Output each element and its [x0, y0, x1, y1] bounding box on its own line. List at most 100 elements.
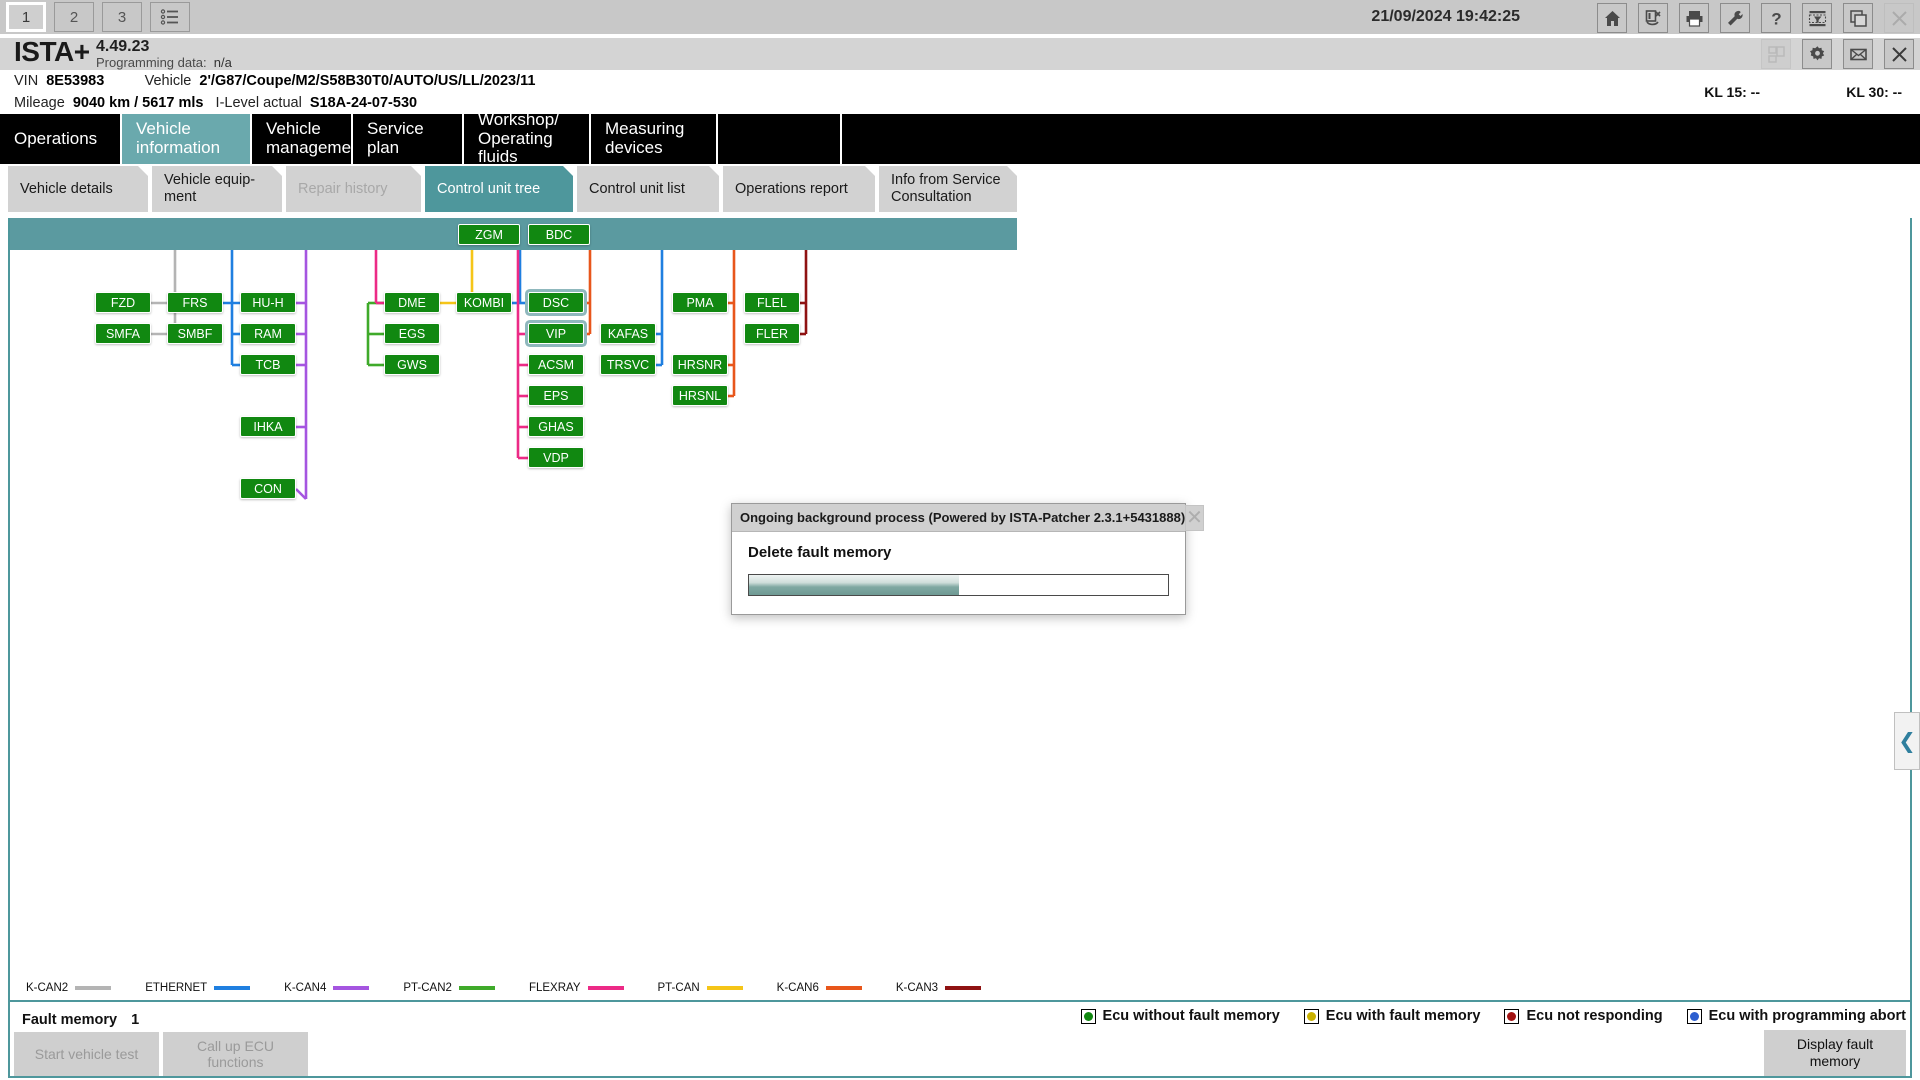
filter-icon[interactable] [1802, 3, 1832, 33]
clock: 21/09/2024 19:42:25 [1371, 8, 1520, 25]
main-tab-measuring-devices[interactable]: Measuring devices [591, 114, 718, 164]
ecu-node-egs[interactable]: EGS [384, 323, 440, 344]
ecu-node-kafas[interactable]: KAFAS [600, 323, 656, 344]
ecu-node-gws[interactable]: GWS [384, 354, 440, 375]
ecu-node-kombi[interactable]: KOMBI [456, 292, 512, 313]
ecu-node-fler[interactable]: FLER [744, 323, 800, 344]
fault-memory-count: 1 [131, 1012, 140, 1028]
network-icon [1761, 39, 1791, 69]
ilevel-value: S18A-24-07-530 [309, 95, 418, 111]
close-icon[interactable]: ✕ [1185, 504, 1204, 531]
sub-tab-info-from-service-consultation[interactable]: Info from Service Consultation [879, 166, 1017, 212]
help-icon[interactable]: ? [1761, 3, 1791, 33]
ecu-node-ram[interactable]: RAM [240, 323, 296, 344]
mileage-label: Mileage [14, 95, 65, 111]
main-tab-vehicle-management[interactable]: Vehicle management [252, 114, 365, 164]
main-tab-vehicle-information[interactable]: Vehicle information [122, 114, 252, 164]
main-tab-workshop-operating-fluids[interactable]: Workshop/ Operating fluids [464, 110, 591, 166]
sub-tab-operations-report[interactable]: Operations report [723, 166, 875, 212]
dialog-body: Delete fault memory [732, 532, 1185, 614]
status-legend-label: Ecu without fault memory [1102, 1008, 1280, 1024]
main-tab-service-plan[interactable]: Service plan [353, 114, 464, 164]
ecu-node-frs[interactable]: FRS [167, 292, 223, 313]
session-tab-1[interactable]: 1 [6, 2, 46, 32]
dialog-titlebar: Ongoing background process (Powered by I… [732, 504, 1204, 532]
gateway-node-bdc[interactable]: BDC [528, 224, 590, 245]
gateway-node-zgm[interactable]: ZGM [458, 224, 520, 245]
tools-icon[interactable] [1720, 3, 1750, 33]
ecu-node-pma[interactable]: PMA [672, 292, 728, 313]
ista-application-window: 123 21/09/2024 19:42:25 ? ISTA+ 4.49.23 … [0, 0, 1920, 1080]
ecu-node-trsvc[interactable]: TRSVC [600, 354, 656, 375]
status-indicator-icon [1080, 1008, 1096, 1024]
brand-bar: ISTA+ 4.49.23 Programming data: n/a [0, 36, 1920, 70]
ecu-node-ihka[interactable]: IHKA [240, 416, 296, 437]
windows-icon[interactable] [1843, 3, 1873, 33]
vehicle-label: Vehicle [144, 73, 192, 89]
status-legend-label: Ecu with programming abort [1708, 1008, 1906, 1024]
chevron-left-icon: ❮ [1898, 729, 1916, 753]
start-vehicle-test-button: Start vehicle test [14, 1032, 159, 1076]
kl30-status: KL 30: -- [1846, 84, 1902, 100]
ecu-node-hrsnr[interactable]: HRSNR [672, 354, 728, 375]
footer-button-group: Start vehicle test Call up ECU functions [14, 1032, 308, 1076]
kl15-status: KL 15: -- [1704, 84, 1760, 100]
vin-value: 8E53983 [46, 73, 105, 89]
ecu-node-hu-h[interactable]: HU-H [240, 292, 296, 313]
mileage-value: 9040 km / 5617 mls [72, 95, 204, 111]
ecu-node-fzd[interactable]: FZD [95, 292, 151, 313]
ecu-node-acsm[interactable]: ACSM [528, 354, 584, 375]
brand-icon-group [1761, 39, 1914, 69]
session-tabs: 123 [6, 2, 190, 32]
sub-tab-control-unit-tree[interactable]: Control unit tree [425, 166, 573, 212]
sub-tab-control-unit-list[interactable]: Control unit list [577, 166, 719, 212]
vin-label: VIN [14, 73, 39, 89]
vehicle-value: 2'/G87/Coupe/M2/S58B30T0/AUTO/US/LL/2023… [199, 73, 536, 89]
vehicle-identity-row: VIN 8E53983 Vehicle 2'/G87/Coupe/M2/S58B… [14, 73, 535, 89]
status-legend-item: Ecu without fault memory [1080, 1008, 1280, 1024]
ecu-node-smfa[interactable]: SMFA [95, 323, 151, 344]
mail-icon[interactable] [1843, 39, 1873, 69]
status-indicator-icon [1303, 1008, 1319, 1024]
ecu-node-eps[interactable]: EPS [528, 385, 584, 406]
progress-bar [748, 574, 1169, 596]
session-tab-2[interactable]: 2 [54, 2, 94, 32]
ecu-node-ghas[interactable]: GHAS [528, 416, 584, 437]
main-tab-empty [718, 114, 842, 164]
ilevel-label: I-Level actual [215, 95, 302, 111]
list-icon[interactable] [150, 2, 190, 32]
ecu-node-flel[interactable]: FLEL [744, 292, 800, 313]
status-indicator-icon [1504, 1008, 1520, 1024]
ecu-node-hrsnl[interactable]: HRSNL [672, 385, 728, 406]
status-legend-item: Ecu with programming abort [1686, 1008, 1906, 1024]
main-tab-operations[interactable]: Operations [0, 114, 122, 164]
session-tab-3[interactable]: 3 [102, 2, 142, 32]
vehicle-mileage-row: Mileage 9040 km / 5617 mls I-Level actua… [14, 95, 417, 111]
ecu-node-con[interactable]: CON [240, 478, 296, 499]
app-name: ISTA+ [14, 36, 90, 67]
ecu-node-vip[interactable]: VIP [528, 323, 584, 344]
home-icon[interactable] [1597, 3, 1627, 33]
close-session-icon[interactable] [1638, 3, 1668, 33]
fault-memory-label: Fault memory [22, 1012, 118, 1028]
close-icon[interactable] [1884, 39, 1914, 69]
close-icon [1884, 3, 1914, 33]
gear-icon[interactable] [1802, 39, 1832, 69]
ecu-node-vdp[interactable]: VDP [528, 447, 584, 468]
status-legend-label: Ecu with fault memory [1325, 1008, 1481, 1024]
sub-tab-repair-history: Repair history [286, 166, 421, 212]
toolbar-icon-group: ? [1597, 3, 1914, 33]
print-icon[interactable] [1679, 3, 1709, 33]
sub-tab-vehicle-details[interactable]: Vehicle details [8, 166, 148, 212]
display-fault-memory-button[interactable]: Display fault memory [1764, 1030, 1906, 1076]
ecu-node-dsc[interactable]: DSC [528, 292, 584, 313]
app-version: 4.49.23 [96, 38, 150, 55]
panel-collapse-handle[interactable]: ❮ [1894, 712, 1920, 770]
ecu-node-smbf[interactable]: SMBF [167, 323, 223, 344]
dialog-message: Delete fault memory [748, 544, 892, 561]
status-legend-item: Ecu with fault memory [1303, 1008, 1481, 1024]
sub-tab-vehicle-equip-ment[interactable]: Vehicle equip- ment [152, 166, 282, 212]
ecu-node-tcb[interactable]: TCB [240, 354, 296, 375]
ecu-node-dme[interactable]: DME [384, 292, 440, 313]
programming-data: Programming data: n/a [96, 55, 232, 70]
